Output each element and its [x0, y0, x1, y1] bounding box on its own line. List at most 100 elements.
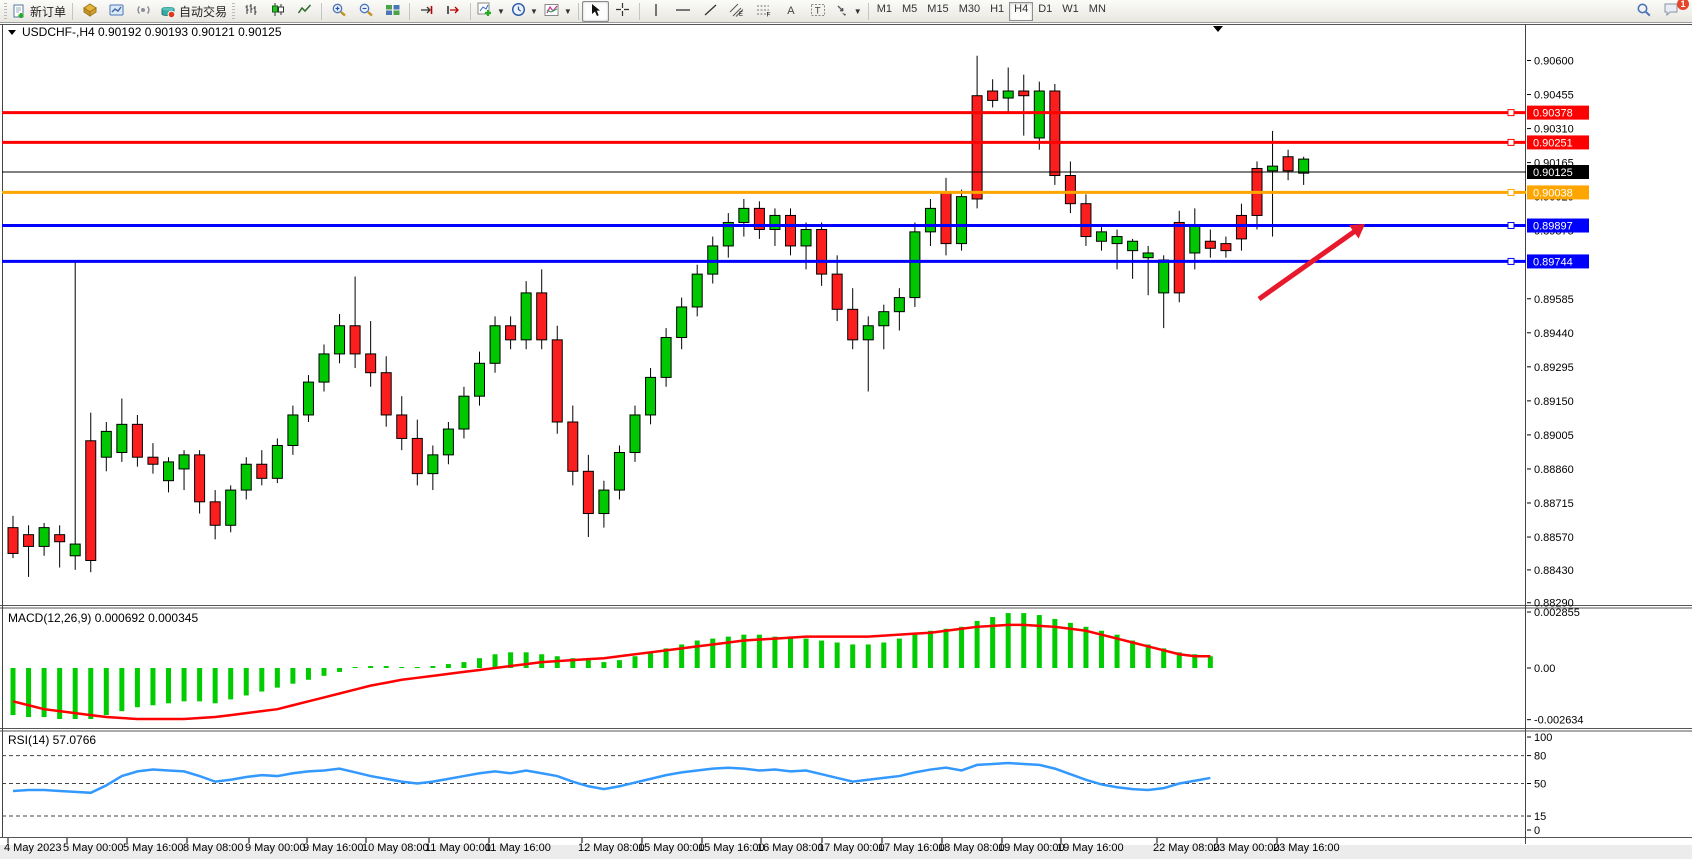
line-handle[interactable]: [1508, 223, 1514, 229]
bear-candle: [1019, 91, 1029, 96]
search-button[interactable]: [1630, 1, 1657, 22]
date-axis-label: 18 May 08:00: [938, 842, 1005, 854]
bull-candle: [1003, 91, 1013, 98]
macd-axis-tick: 0.00: [1534, 663, 1555, 675]
timeframe-button-m30[interactable]: M30: [954, 2, 985, 21]
timeframe-button-m1[interactable]: M1: [872, 2, 897, 21]
text-label-button[interactable]: T: [805, 1, 832, 22]
svg-text:F: F: [767, 11, 771, 17]
auto-trading-label: 自动交易: [179, 3, 227, 20]
bear-candle: [786, 215, 796, 246]
cursor-icon: [589, 3, 602, 20]
bull-candle: [739, 208, 749, 222]
market-watch-button[interactable]: [76, 1, 103, 22]
tile-windows-button[interactable]: [379, 1, 406, 22]
candlestick-chart-button[interactable]: [264, 1, 291, 22]
horizontal-line-button[interactable]: [670, 1, 697, 22]
rsi-axis-tick: 0: [1534, 825, 1540, 837]
timeframe-button-mn[interactable]: MN: [1084, 2, 1111, 21]
chart-shift-button[interactable]: [440, 1, 467, 22]
timeframe-button-w1[interactable]: W1: [1057, 2, 1084, 21]
bull-candle: [117, 424, 127, 452]
data-window-button[interactable]: [103, 1, 130, 22]
auto-trading-button[interactable]: 自动交易: [157, 1, 230, 22]
date-axis-label: 9 May 16:00: [303, 842, 364, 854]
bull-candle: [335, 326, 345, 354]
macd-axis-tick: -0.002634: [1534, 715, 1584, 727]
date-axis-label: 19 May 16:00: [1057, 842, 1124, 854]
rsi-axis-tick: 15: [1534, 811, 1546, 823]
bear-candle: [537, 293, 547, 340]
macd-label: MACD(12,26,9) 0.000692 0.000345: [8, 611, 198, 625]
bull-candle: [801, 230, 811, 246]
bear-candle: [1174, 222, 1184, 292]
price-axis-tick: 0.89585: [1534, 294, 1574, 306]
bull-candle: [661, 337, 671, 377]
timeframe-button-d1[interactable]: D1: [1033, 2, 1057, 21]
line-handle[interactable]: [1508, 110, 1514, 116]
line-chart-button[interactable]: [291, 1, 318, 22]
bull-candle: [39, 528, 49, 547]
toolbar-grip: [4, 3, 7, 19]
auto-scroll-button[interactable]: [413, 1, 440, 22]
bull-candle: [1190, 225, 1200, 253]
bull-candle: [692, 274, 702, 307]
bull-candle: [475, 363, 485, 396]
date-axis-label: 11 May 00:00: [425, 842, 491, 854]
bull-candle: [1112, 237, 1122, 244]
crosshair-button[interactable]: [609, 1, 636, 22]
bull-candle: [957, 197, 967, 244]
tile-windows-icon: [385, 3, 401, 20]
bear-candle: [1205, 241, 1215, 248]
timeframe-button-m5[interactable]: M5: [897, 2, 922, 21]
zoom-out-button[interactable]: [352, 1, 379, 22]
bull-candle: [428, 455, 438, 474]
chart-shift-icon: [446, 3, 461, 20]
price-badge-label: 0.89897: [1533, 221, 1573, 233]
arrows-button[interactable]: ▼: [832, 1, 865, 22]
bull-candle: [863, 326, 873, 340]
bear-candle: [1065, 176, 1075, 204]
svg-text:T: T: [815, 5, 821, 16]
timeframe-button-h4[interactable]: H4: [1009, 2, 1033, 21]
bear-candle: [148, 457, 158, 464]
toolbar-grip: [232, 3, 235, 19]
indicators-button[interactable]: ▼: [474, 1, 508, 22]
equidistant-channel-button[interactable]: E: [724, 1, 751, 22]
signals-button[interactable]: [130, 1, 157, 22]
chevron-down-icon: ▼: [854, 7, 862, 16]
bull-candle: [1268, 166, 1278, 171]
price-axis-tick: 0.90600: [1534, 55, 1574, 67]
timeframe-button-h1[interactable]: H1: [985, 2, 1009, 21]
chart-canvas[interactable]: 0.906000.904550.903100.901650.900200.898…: [0, 0, 1692, 859]
vertical-line-button[interactable]: [643, 1, 670, 22]
periods-button[interactable]: ▼: [508, 1, 541, 22]
toolbar-separator: [470, 3, 471, 20]
text-button[interactable]: A: [778, 1, 805, 22]
bear-candle: [350, 326, 360, 354]
arrows-icon: [835, 3, 850, 20]
new-order-button[interactable]: 新订单: [9, 1, 69, 22]
date-axis-label: 5 May 00:00: [63, 842, 124, 854]
date-axis-label: 5 May 16:00: [123, 842, 184, 854]
cursor-button[interactable]: [582, 1, 609, 22]
date-axis-label: 15 May 16:00: [698, 842, 765, 854]
price-badge-label: 0.90251: [1533, 137, 1573, 149]
bar-chart-button[interactable]: [237, 1, 264, 22]
trendline-button[interactable]: [697, 1, 724, 22]
line-handle[interactable]: [1508, 258, 1514, 264]
bull-candle: [910, 232, 920, 298]
auto-trading-icon: [160, 4, 176, 19]
bear-candle: [381, 373, 391, 415]
line-handle[interactable]: [1508, 139, 1514, 145]
notifications-button[interactable]: 1: [1657, 1, 1684, 22]
line-handle[interactable]: [1508, 189, 1514, 195]
zoom-in-button[interactable]: [325, 1, 352, 22]
bull-candle: [770, 215, 780, 229]
bull-candle: [164, 462, 174, 481]
trading-terminal: 新订单 自动交易 ▼ ▼ ▼: [0, 0, 1692, 859]
fibonacci-button[interactable]: F: [751, 1, 778, 22]
toolbar-separator: [578, 3, 579, 20]
timeframe-button-m15[interactable]: M15: [922, 2, 953, 21]
templates-button[interactable]: ▼: [541, 1, 575, 22]
